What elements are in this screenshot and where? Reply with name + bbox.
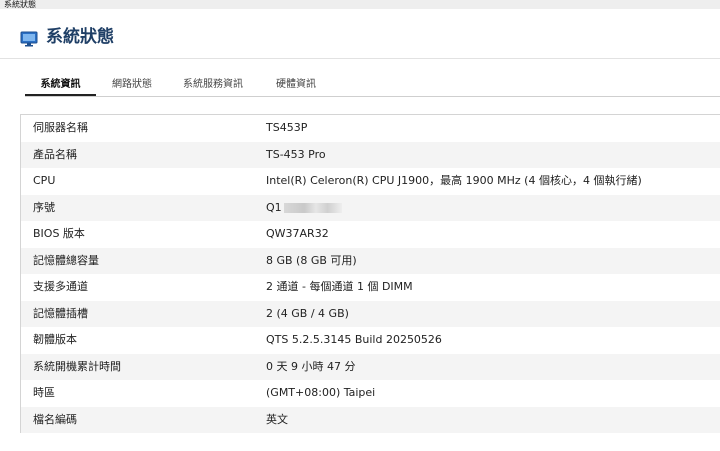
row-value: 2 通道 - 每個通道 1 個 DIMM (266, 280, 413, 293)
row-label: 產品名稱 (33, 147, 77, 161)
tab-hardware-info[interactable]: 硬體資訊 (268, 74, 324, 95)
table-row: 韌體版本 QTS 5.2.5.3145 Build 20250526 (21, 327, 720, 354)
table-row: 伺服器名稱 TS453P (21, 115, 720, 142)
row-value: Intel(R) Celeron(R) CPU J1900，最高 1900 MH… (266, 174, 642, 187)
row-label: CPU (33, 174, 56, 187)
serial-prefix: Q1 (266, 200, 282, 214)
table-row: 檔名編碼 英文 (21, 406, 720, 433)
table-row: 時區 (GMT+08:00) Taipei (21, 380, 720, 407)
table-row: 產品名稱 TS-453 Pro (21, 141, 720, 168)
redacted-block (283, 202, 342, 213)
tab-system-service-info[interactable]: 系統服務資訊 (177, 74, 249, 95)
table-row: BIOS 版本 QW37AR32 (21, 221, 720, 248)
row-label: 時區 (33, 386, 55, 399)
row-value: 8 GB (8 GB 可用) (266, 253, 357, 267)
row-label: BIOS 版本 (33, 227, 85, 240)
row-value: TS-453 Pro (266, 147, 326, 161)
row-value: 2 (4 GB / 4 GB) (266, 306, 349, 320)
row-label: 伺服器名稱 (33, 121, 88, 134)
row-label: 支援多通道 (33, 280, 88, 293)
page-title: 系統狀態 (46, 27, 114, 47)
row-label: 檔名編碼 (33, 412, 77, 426)
row-value: (GMT+08:00) Taipei (266, 386, 376, 399)
page-header: 系統狀態 (0, 9, 720, 59)
tab-system-info[interactable]: 系統資訊 (25, 74, 96, 96)
table-row: 系統開機累計時間 0 天 9 小時 47 分 (21, 353, 720, 380)
window-title: 系統狀態 (0, 0, 720, 9)
table-row: 記憶體總容量 8 GB (8 GB 可用) (21, 247, 720, 274)
row-label: 系統開機累計時間 (33, 359, 121, 373)
row-label: 記憶體插槽 (33, 306, 88, 320)
row-value: QW37AR32 (266, 227, 329, 240)
row-label: 序號 (33, 200, 55, 214)
tab-bar: 系統資訊 網路狀態 系統服務資訊 硬體資訊 (25, 74, 720, 97)
table-row: CPU Intel(R) Celeron(R) CPU J1900，最高 190… (21, 168, 720, 195)
row-value: QTS 5.2.5.3145 Build 20250526 (266, 333, 442, 346)
table-row: 序號 Q1 (21, 194, 720, 222)
row-value: 英文 (266, 412, 288, 426)
serial-number-value: Q1 (266, 195, 342, 222)
row-label: 韌體版本 (33, 333, 77, 346)
row-label: 記憶體總容量 (33, 253, 99, 267)
system-info-table: 伺服器名稱 TS453P 產品名稱 TS-453 Pro CPU Intel(R… (20, 114, 720, 433)
monitor-icon (20, 31, 38, 47)
row-value: TS453P (266, 121, 308, 134)
tab-network-status[interactable]: 網路狀態 (103, 74, 161, 95)
table-row: 記憶體插槽 2 (4 GB / 4 GB) (21, 300, 720, 327)
row-value: 0 天 9 小時 47 分 (266, 359, 356, 373)
table-row: 支援多通道 2 通道 - 每個通道 1 個 DIMM (21, 274, 720, 301)
